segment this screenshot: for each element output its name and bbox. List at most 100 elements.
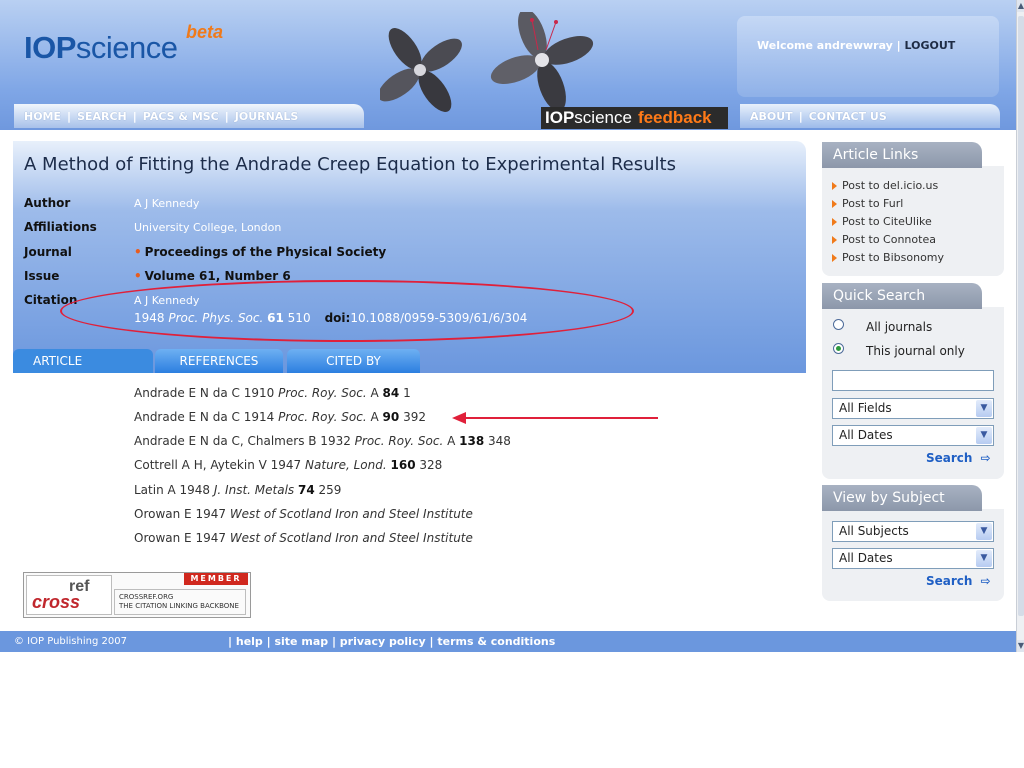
reference-journal: Nature, Lond. [305,458,387,472]
feedback-banner[interactable]: IOPscience feedback [541,107,728,129]
crossref-slogan: THE CITATION LINKING BACKBONE [119,602,239,610]
issue-label: Issue [24,269,60,283]
chevron-down-icon[interactable]: ▼ [976,427,992,444]
reference-authors: Andrade E N da C 1910 [134,386,275,400]
quick-search-input[interactable] [832,370,994,391]
tab-article[interactable]: ARTICLE [13,349,153,373]
logout-link[interactable]: LOGOUT [905,39,956,52]
chevron-down-icon[interactable]: ▼ [976,400,992,417]
scrollbar-thumb[interactable] [1018,16,1024,616]
footer-link-help[interactable]: help [236,635,263,648]
feedback-iop-text: IOP [545,108,575,127]
author-value[interactable]: A J Kennedy [134,197,199,210]
reference-volume: 138 [459,434,485,448]
fields-select[interactable]: All Fields ▼ [832,398,994,419]
scroll-up-icon[interactable]: ▲ [1017,0,1024,12]
feedback-science-text: science [574,108,632,127]
reference-journal: Proc. Roy. Soc. [354,434,444,448]
affiliations-value: University College, London [134,221,282,234]
nav-journals[interactable]: JOURNALS [235,110,299,123]
reference-series: A [447,434,456,448]
link-label: Post to Connotea [842,233,936,246]
reference-authors: Orowan E 1947 [134,507,226,521]
radio-all-journals[interactable] [833,319,844,330]
nav-pacs-msc[interactable]: PACS & MSC [143,110,219,123]
crossref-tagline: CROSSREF.ORG THE CITATION LINKING BACKBON… [114,589,246,615]
article-title: A Method of Fitting the Andrade Creep Eq… [24,154,676,175]
chevron-down-icon[interactable]: ▼ [976,523,992,540]
radio-this-journal[interactable] [833,343,844,354]
iopscience-logo[interactable]: IOPscience [24,30,178,66]
article-links-heading: Article Links [822,142,982,168]
crossref-member-badge[interactable]: ref cross MEMBER CROSSREF.ORG THE CITATIO… [23,572,251,618]
dates-select[interactable]: All Dates ▼ [832,425,994,446]
welcome-message: Welcome andrewwray | LOGOUT [757,39,955,52]
fields-select-value: All Fields [839,401,892,415]
link-label: Post to Bibsonomy [842,251,945,264]
journal-label: Journal [24,245,72,259]
footer-link-privacy-policy[interactable]: privacy policy [340,635,426,648]
orange-triangle-icon [832,182,837,190]
chevron-down-icon[interactable]: ▼ [976,550,992,567]
arrow-right-icon: ⇨ [980,451,991,465]
crossref-domain: CROSSREF.ORG [119,593,174,601]
radio-all-journals-label: All journals [866,320,933,334]
reference-series: A [370,410,379,424]
link-delicious[interactable]: Post to del.icio.us [832,179,938,192]
citation-highlight-ellipse [60,280,634,342]
subjects-select[interactable]: All Subjects ▼ [832,521,994,542]
vertical-scrollbar[interactable]: ▲ ▼ [1016,0,1024,652]
reference-page: 259 [318,483,342,497]
quick-search-button[interactable]: Search ⇨ [926,451,991,465]
reference-series: A [370,386,379,400]
reference-volume: 84 [382,386,400,400]
orange-bullet-icon: • [134,269,142,283]
reference-item: Andrade E N da C 1914 Proc. Roy. Soc. A … [134,410,426,424]
reference-page: 348 [488,434,511,448]
author-label: Author [24,196,71,210]
view-by-subject-heading: View by Subject [822,485,982,511]
footer-links: | help | site map | privacy policy | ter… [228,635,556,648]
arrow-right-icon: ⇨ [980,574,991,588]
nav-about[interactable]: ABOUT [750,110,793,123]
subject-search-button[interactable]: Search ⇨ [926,574,991,588]
secondary-nav: ABOUT | CONTACT US [740,104,1000,128]
search-button-label: Search [926,574,973,588]
footer-link-site-map[interactable]: site map [274,635,328,648]
reference-item: Orowan E 1947 West of Scotland Iron and … [134,531,473,545]
subject-dates-select[interactable]: All Dates ▼ [832,548,994,569]
link-bibsonomy[interactable]: Post to Bibsonomy [832,251,944,264]
journal-link[interactable]: • Proceedings of the Physical Society [134,245,386,259]
logo-science-text: science [75,30,178,65]
radio-this-journal-label: This journal only [866,344,965,358]
nav-search[interactable]: SEARCH [77,110,127,123]
beta-badge: beta [186,22,224,42]
crossref-member-label: MEMBER [184,573,248,585]
nav-home[interactable]: HOME [24,110,61,123]
nav-separator: | [67,110,72,123]
reference-journal: Proc. Roy. Soc. [278,386,367,400]
reference-authors: Cottrell A H, Aytekin V 1947 [134,458,302,472]
copyright-text: © IOP Publishing 2007 [14,636,127,647]
link-connotea[interactable]: Post to Connotea [832,233,936,246]
reference-page: 1 [403,386,411,400]
reference-item: Latin A 1948 J. Inst. Metals 74 259 [134,483,341,497]
tab-cited-by[interactable]: CITED BY [287,349,420,373]
reference-journal: Proc. Roy. Soc. [278,410,367,424]
feedback-word: feedback [637,108,712,127]
reference-authors: Andrade E N da C 1914 [134,410,275,424]
orange-triangle-icon [832,254,837,262]
scroll-down-icon[interactable]: ▼ [1017,640,1024,652]
link-citeulike[interactable]: Post to CiteUlike [832,215,932,228]
nav-contact-us[interactable]: CONTACT US [809,110,887,123]
link-furl[interactable]: Post to Furl [832,197,903,210]
nav-separator: | [132,110,137,123]
reference-item: Andrade E N da C 1910 Proc. Roy. Soc. A … [134,386,411,400]
journal-name: Proceedings of the Physical Society [144,245,387,259]
orange-triangle-icon [832,200,837,208]
footer-link-terms[interactable]: terms & conditions [437,635,555,648]
tab-references[interactable]: REFERENCES [155,349,283,373]
link-label: Post to Furl [842,197,904,210]
welcome-box [737,16,999,97]
link-label: Post to CiteUlike [842,215,932,228]
